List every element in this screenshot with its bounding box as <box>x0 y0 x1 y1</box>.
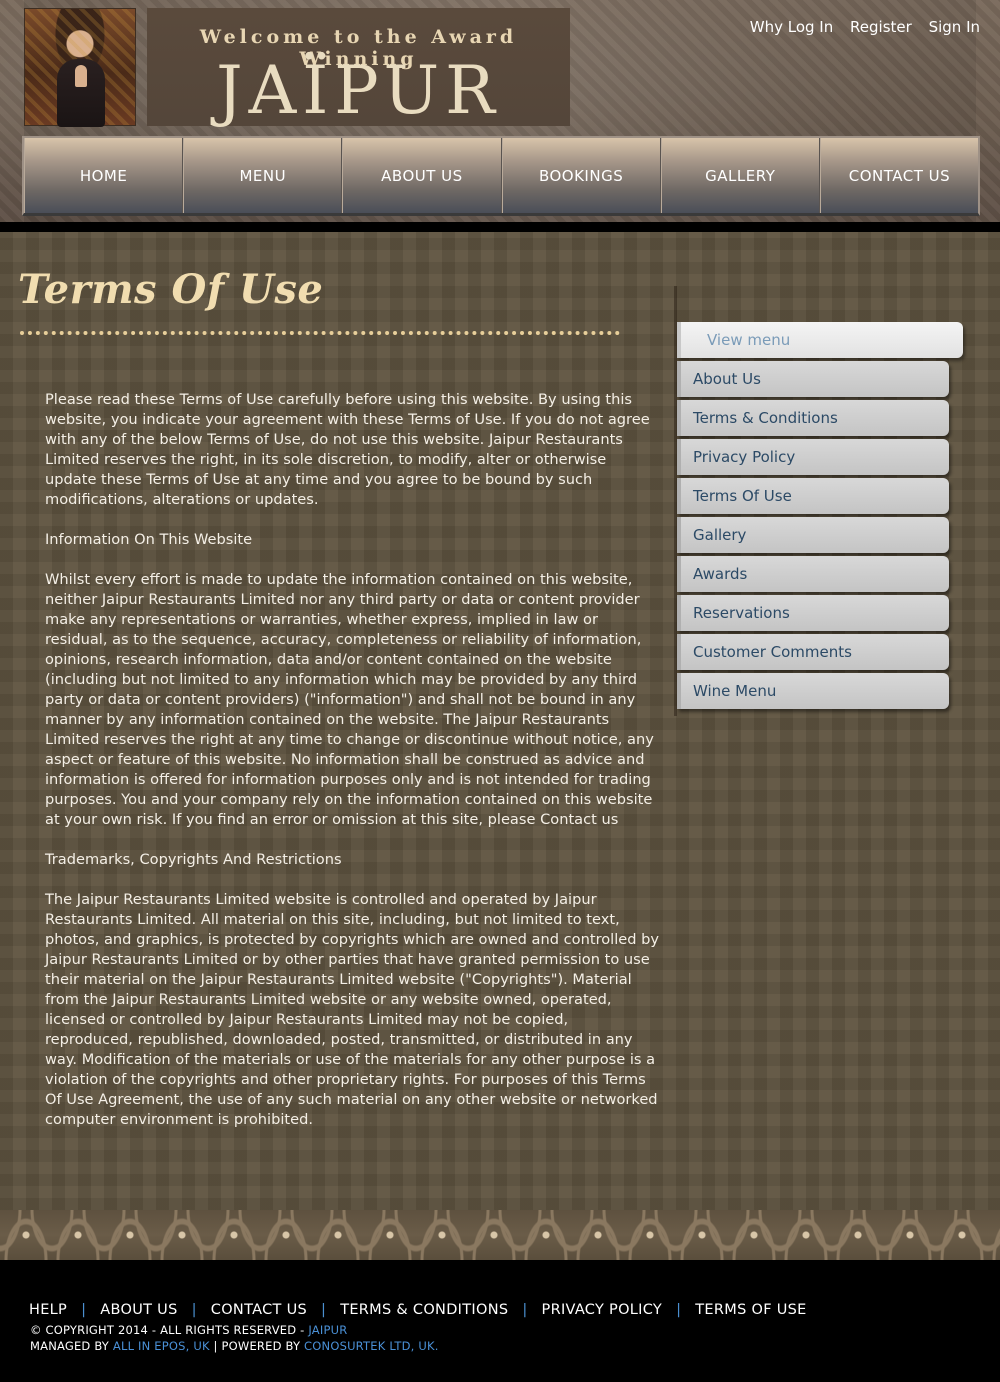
site-header: Welcome to the Award Winning JAÏPUR Why … <box>0 0 1000 224</box>
logo-photo <box>24 8 136 127</box>
sidebar-menu: View menu About Us Terms & Conditions Pr… <box>674 286 964 716</box>
nav-item-gallery[interactable]: GALLERY <box>660 138 820 213</box>
footer-link-help[interactable]: HELP <box>29 1302 67 1318</box>
managed-by-link[interactable]: ALL IN EPOS, UK <box>113 1339 210 1353</box>
logo-brand-name: JAÏPUR <box>216 52 501 129</box>
footer-separator: | <box>191 1302 197 1318</box>
copyright-line: © COPYRIGHT 2014 - ALL RIGHTS RESERVED -… <box>30 1322 439 1338</box>
sidebar-item-wine-menu[interactable]: Wine Menu <box>677 673 949 709</box>
footer-links: HELP | ABOUT US | CONTACT US | TERMS & CONDITI… <box>29 1302 807 1318</box>
powered-by-text: | POWERED BY <box>209 1339 305 1353</box>
footer-separator: | <box>321 1302 327 1318</box>
information-paragraph: Whilst every effort is made to update th… <box>45 571 654 828</box>
footer-separator: | <box>676 1302 682 1318</box>
title-divider <box>20 331 620 335</box>
nav-item-menu[interactable]: MENU <box>183 138 343 213</box>
footer-link-terms-conditions[interactable]: TERMS & CONDITIONS <box>340 1302 508 1318</box>
sidebar-item-terms-of-use[interactable]: Terms Of Use <box>677 478 949 514</box>
sign-in-link[interactable]: Sign In <box>929 18 980 36</box>
logo-hands <box>75 65 87 87</box>
credits-line: MANAGED BY ALL IN EPOS, UK | POWERED BY … <box>30 1338 439 1354</box>
register-link[interactable]: Register <box>850 18 912 36</box>
powered-by-link[interactable]: CONOSURTEK LTD, UK. <box>304 1339 439 1353</box>
copyright-text: © COPYRIGHT 2014 - ALL RIGHTS RESERVED - <box>30 1323 309 1337</box>
sidebar-item-awards[interactable]: Awards <box>677 556 949 592</box>
sidebar-item-customer-comments[interactable]: Customer Comments <box>677 634 949 670</box>
footer-separator: | <box>81 1302 87 1318</box>
top-links: Why Log In Register Sign In <box>738 18 980 36</box>
decorative-pattern-band <box>0 1210 1000 1260</box>
section-heading-trademarks: Trademarks, Copyrights And Restrictions <box>45 851 342 868</box>
main-nav: HOME MENU ABOUT US BOOKINGS GALLERY CONT… <box>22 136 980 216</box>
nav-item-about-us[interactable]: ABOUT US <box>342 138 502 213</box>
nav-item-bookings[interactable]: BOOKINGS <box>501 138 661 213</box>
site-footer: HELP | ABOUT US | CONTACT US | TERMS & CONDITI… <box>0 1260 1000 1382</box>
footer-link-contact-us[interactable]: CONTACT US <box>211 1302 307 1318</box>
nav-item-home[interactable]: HOME <box>24 138 184 213</box>
page-title: Terms Of Use <box>18 266 324 313</box>
header-divider <box>0 222 1000 232</box>
sidebar-item-privacy-policy[interactable]: Privacy Policy <box>677 439 949 475</box>
terms-content: Please read these Terms of Use carefully… <box>45 390 660 1150</box>
logo-banner[interactable]: Welcome to the Award Winning JAÏPUR <box>147 8 570 126</box>
footer-link-about-us[interactable]: ABOUT US <box>100 1302 177 1318</box>
sidebar-item-reservations[interactable]: Reservations <box>677 595 949 631</box>
copyright-jaipur-link[interactable]: JAIPUR <box>308 1323 347 1337</box>
nav-item-contact-us[interactable]: CONTACT US <box>819 138 979 213</box>
sidebar-view-menu[interactable]: View menu <box>677 322 963 358</box>
main-content-area: Terms Of Use Please read these Terms of … <box>0 232 1000 1210</box>
why-log-in-link[interactable]: Why Log In <box>750 18 833 36</box>
section-heading-information: Information On This Website <box>45 531 253 548</box>
trademarks-paragraph: The Jaipur Restaurants Limited website i… <box>45 891 660 1128</box>
footer-separator: | <box>522 1302 528 1318</box>
managed-by-text: MANAGED BY <box>30 1339 113 1353</box>
sidebar-item-terms-conditions[interactable]: Terms & Conditions <box>677 400 949 436</box>
sidebar-item-gallery[interactable]: Gallery <box>677 517 949 553</box>
footer-link-terms-of-use[interactable]: TERMS OF USE <box>695 1302 806 1318</box>
footer-link-privacy-policy[interactable]: PRIVACY POLICY <box>542 1302 663 1318</box>
sidebar-item-about-us[interactable]: About Us <box>677 361 949 397</box>
intro-paragraph: Please read these Terms of Use carefully… <box>45 391 650 508</box>
footer-copyright: © COPYRIGHT 2014 - ALL RIGHTS RESERVED -… <box>30 1322 439 1354</box>
